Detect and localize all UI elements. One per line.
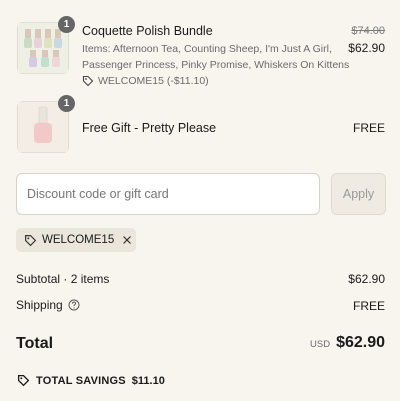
tag-icon [17,374,30,387]
quantity-badge: 1 [58,95,75,112]
total-value-group: USD $62.90 [310,334,385,352]
subtotal-value: $62.90 [348,272,385,286]
total-savings-row: TOTAL SAVINGS $11.10 [17,374,165,387]
apply-button[interactable]: Apply [331,173,386,215]
shipping-row: Shipping [16,298,80,312]
tag-icon [24,234,37,247]
quantity-badge: 1 [58,16,75,33]
discount-code-placeholder: Discount code or gift card [27,187,169,201]
total-label: Total [16,335,54,352]
applied-discount-chip: WELCOME15 [16,228,136,252]
total-savings-value: $11.10 [131,374,165,387]
product-thumbnail: 1 [17,95,75,153]
discount-applied-text: WELCOME15 (-$11.10) [98,75,209,87]
currency-code: USD [310,339,331,350]
product-thumbnail: 1 [17,16,75,74]
applied-code-label: WELCOME15 [42,234,115,246]
remove-code-icon[interactable] [122,235,132,245]
product-description: Items: Afternoon Tea, Counting Sheep, I'… [82,43,350,71]
shipping-value: FREE [352,299,385,313]
product-name: Free Gift - Pretty Please [82,121,217,135]
discount-line: WELCOME15 (-$11.10) [82,73,209,89]
total-savings-label: TOTAL SAVINGS [36,374,126,387]
tag-icon [82,75,94,87]
line-price: FREE [352,121,385,135]
subtotal-label: Subtotal · 2 items [16,272,110,286]
line-price: $62.90 [348,41,385,55]
discount-code-input[interactable]: Discount code or gift card [16,173,320,215]
help-icon[interactable] [68,299,80,311]
compare-at-price: $74.00 [351,25,385,37]
total-value: $62.90 [336,334,385,351]
shipping-label: Shipping [16,298,63,312]
product-name: Coquette Polish Bundle [82,24,213,38]
